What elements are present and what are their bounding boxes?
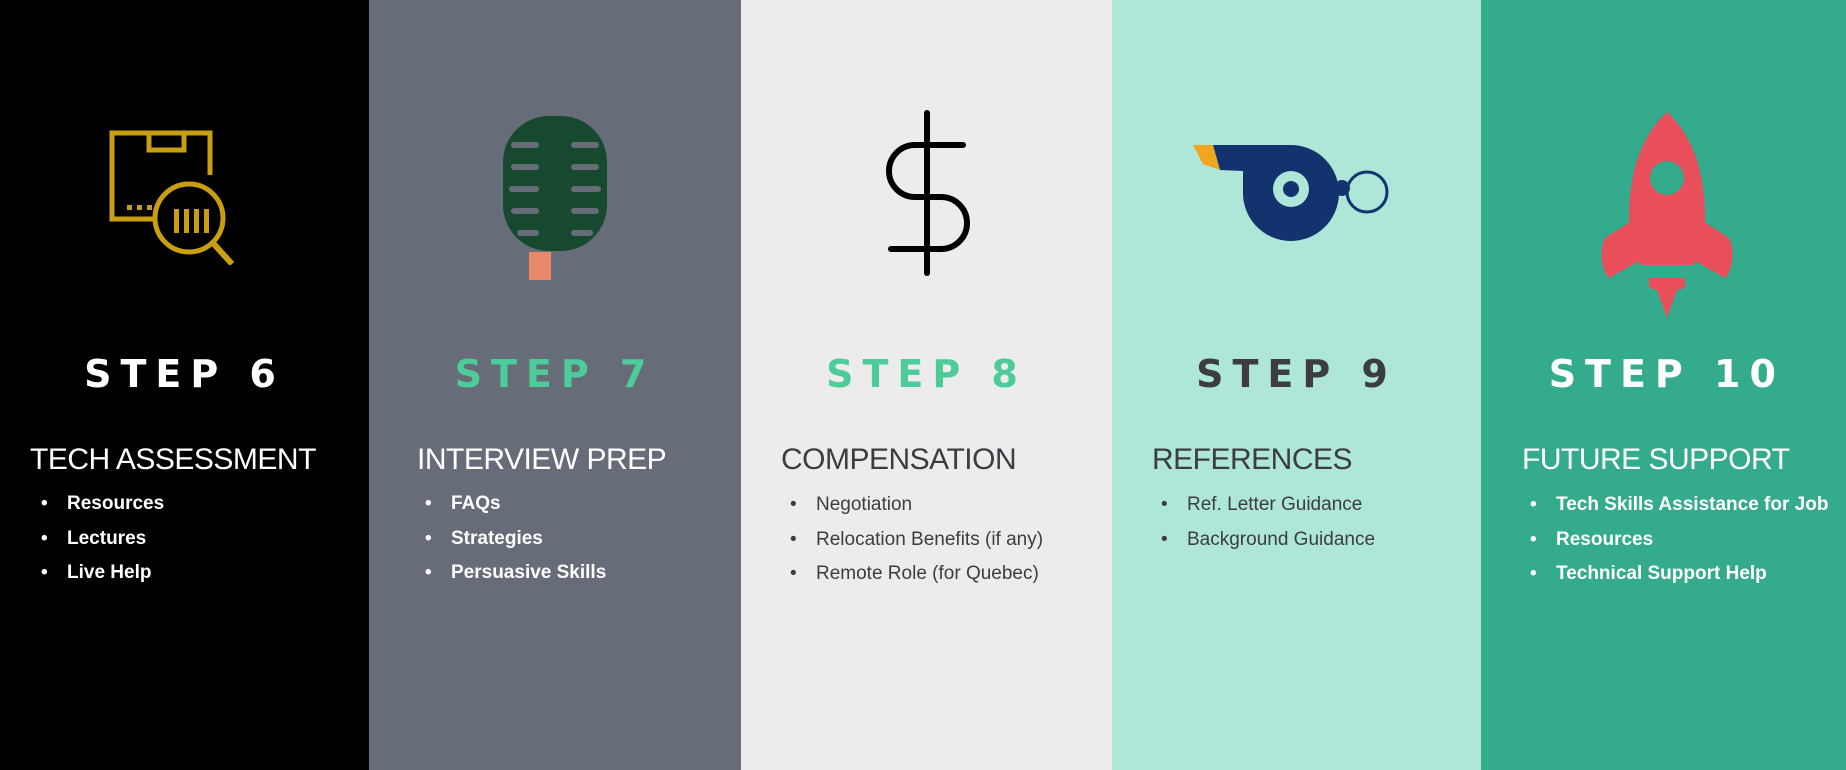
step-items: Negotiation Relocation Benefits (if any)… — [782, 488, 1043, 592]
step-number: STEP 8 — [826, 352, 1027, 396]
step-heading: COMPENSATION — [781, 443, 1017, 476]
step-number: STEP 7 — [454, 352, 656, 396]
step-heading: FUTURE SUPPORT — [1522, 443, 1790, 476]
step-10-panel: STEP 10 FUTURE SUPPORT Tech Skills Assis… — [1481, 0, 1846, 770]
step-heading: TECH ASSESSMENT — [30, 443, 316, 476]
step-items: Resources Lectures Live Help — [33, 487, 164, 591]
list-item: Negotiation — [782, 488, 1043, 523]
list-item: Background Guidance — [1153, 523, 1375, 558]
step-items: Tech Skills Assistance for Job Resources… — [1522, 488, 1828, 592]
list-item: Tech Skills Assistance for Job — [1522, 488, 1828, 523]
list-item: Technical Support Help — [1522, 557, 1828, 592]
box-search-icon — [0, 105, 369, 320]
step-8-panel: STEP 8 COMPENSATION Negotiation Relocati… — [741, 0, 1112, 770]
step-number: STEP 6 — [84, 352, 285, 396]
list-item: Lectures — [33, 522, 164, 557]
list-item: Ref. Letter Guidance — [1153, 488, 1375, 523]
list-item: FAQs — [417, 487, 606, 522]
dollar-icon — [741, 108, 1112, 323]
step-items: Ref. Letter Guidance Background Guidance — [1153, 488, 1375, 557]
list-item: Resources — [33, 487, 164, 522]
rocket-icon — [1481, 110, 1846, 325]
step-items: FAQs Strategies Persuasive Skills — [417, 487, 606, 591]
list-item: Persuasive Skills — [417, 556, 606, 591]
step-7-panel: STEP 7 INTERVIEW PREP FAQs Strategies Pe… — [369, 0, 741, 770]
step-9-panel: STEP 9 REFERENCES Ref. Letter Guidance B… — [1112, 0, 1481, 770]
step-6-panel: STEP 6 TECH ASSESSMENT Resources Lecture… — [0, 0, 369, 770]
step-number: STEP 9 — [1196, 352, 1397, 396]
microphone-icon — [369, 112, 741, 327]
list-item: Strategies — [417, 522, 606, 557]
list-item: Live Help — [33, 556, 164, 591]
list-item: Remote Role (for Quebec) — [782, 557, 1043, 592]
step-number: STEP 10 — [1548, 352, 1785, 396]
list-item: Relocation Benefits (if any) — [782, 523, 1043, 558]
step-heading: INTERVIEW PREP — [417, 443, 667, 476]
whistle-icon — [1112, 138, 1481, 353]
step-heading: REFERENCES — [1152, 443, 1353, 476]
list-item: Resources — [1522, 523, 1828, 558]
